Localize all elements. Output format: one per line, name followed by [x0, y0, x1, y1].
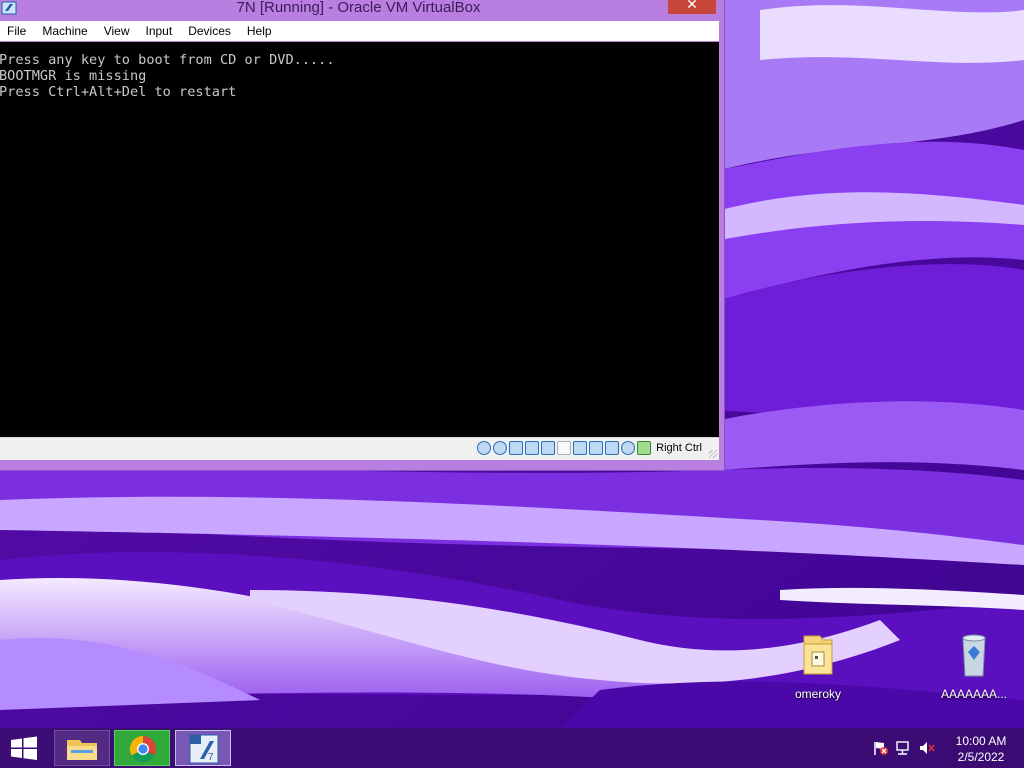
- taskbar-file-explorer[interactable]: [54, 730, 110, 766]
- desktop-icon-label: AAAAAAA...: [940, 687, 1008, 701]
- desktop-icon-folder[interactable]: omeroky: [778, 630, 858, 701]
- hard-disk-icon[interactable]: [477, 441, 492, 455]
- menu-input[interactable]: Input: [138, 21, 181, 41]
- file-explorer-icon: [67, 740, 97, 760]
- system-tray: [872, 740, 935, 756]
- start-button[interactable]: [0, 728, 48, 768]
- host-key-icon[interactable]: [637, 441, 652, 455]
- taskbar-chrome[interactable]: [114, 730, 170, 766]
- boot-message-line: Press Ctrl+Alt+Del to restart: [0, 84, 237, 100]
- folder-icon: [803, 635, 833, 675]
- status-bar: Right Ctrl: [0, 437, 719, 460]
- network-icon[interactable]: [525, 441, 540, 455]
- resize-grip[interactable]: [709, 450, 717, 458]
- window-title: 7N [Running] - Oracle VM VirtualBox: [236, 0, 481, 16]
- title-bar[interactable]: 7N [Running] - Oracle VM VirtualBox ✕: [0, 0, 724, 21]
- clock-time: 10:00 AM: [955, 734, 1007, 748]
- usb-icon[interactable]: [541, 441, 556, 455]
- clock[interactable]: 10:00 AM 2/5/2022: [946, 733, 1016, 765]
- vm-display[interactable]: Press any key to boot from CD or DVD....…: [0, 42, 719, 437]
- menu-help[interactable]: Help: [239, 21, 280, 41]
- audio-icon[interactable]: [509, 441, 524, 455]
- menu-devices[interactable]: Devices: [180, 21, 239, 41]
- host-key-label: Right Ctrl: [656, 442, 702, 454]
- boot-message-line: Press any key to boot from CD or DVD....…: [0, 52, 335, 68]
- display-icon[interactable]: [573, 441, 588, 455]
- menu-bar: File Machine View Input Devices Help: [0, 21, 719, 41]
- status-icons: Right Ctrl: [477, 441, 702, 455]
- action-center-flag-icon[interactable]: [872, 740, 889, 756]
- menu-view[interactable]: View: [96, 21, 138, 41]
- close-button[interactable]: ✕: [668, 0, 716, 14]
- clock-date: 2/5/2022: [957, 750, 1005, 764]
- desktop-icon-label: omeroky: [794, 687, 841, 701]
- virtualbox-window[interactable]: 7N [Running] - Oracle VM VirtualBox ✕ Fi…: [0, 0, 725, 471]
- menu-machine[interactable]: Machine: [34, 21, 95, 41]
- recycle-bin-icon: [962, 634, 986, 677]
- video-capture-icon[interactable]: [589, 441, 604, 455]
- svg-text:7: 7: [208, 752, 214, 763]
- menu-file[interactable]: File: [0, 21, 34, 41]
- network-icon[interactable]: [895, 740, 912, 756]
- boot-message-line: BOOTMGR is missing: [0, 68, 147, 84]
- taskbar-virtualbox[interactable]: 7: [175, 730, 231, 766]
- desktop: 7N [Running] - Oracle VM VirtualBox ✕ Fi…: [0, 0, 1024, 768]
- taskbar: 7 10:00 AM 2/5/2022: [0, 728, 1024, 768]
- mouse-integration-icon[interactable]: [605, 441, 620, 455]
- chrome-icon: [129, 735, 156, 763]
- desktop-icon-recycle-bin[interactable]: AAAAAAA...: [934, 630, 1014, 701]
- cpu-icon[interactable]: [621, 441, 636, 455]
- shared-folder-icon[interactable]: [557, 441, 572, 455]
- optical-drive-icon[interactable]: [493, 441, 508, 455]
- speaker-muted-icon[interactable]: [918, 740, 935, 756]
- virtualbox-icon: 7: [189, 734, 219, 764]
